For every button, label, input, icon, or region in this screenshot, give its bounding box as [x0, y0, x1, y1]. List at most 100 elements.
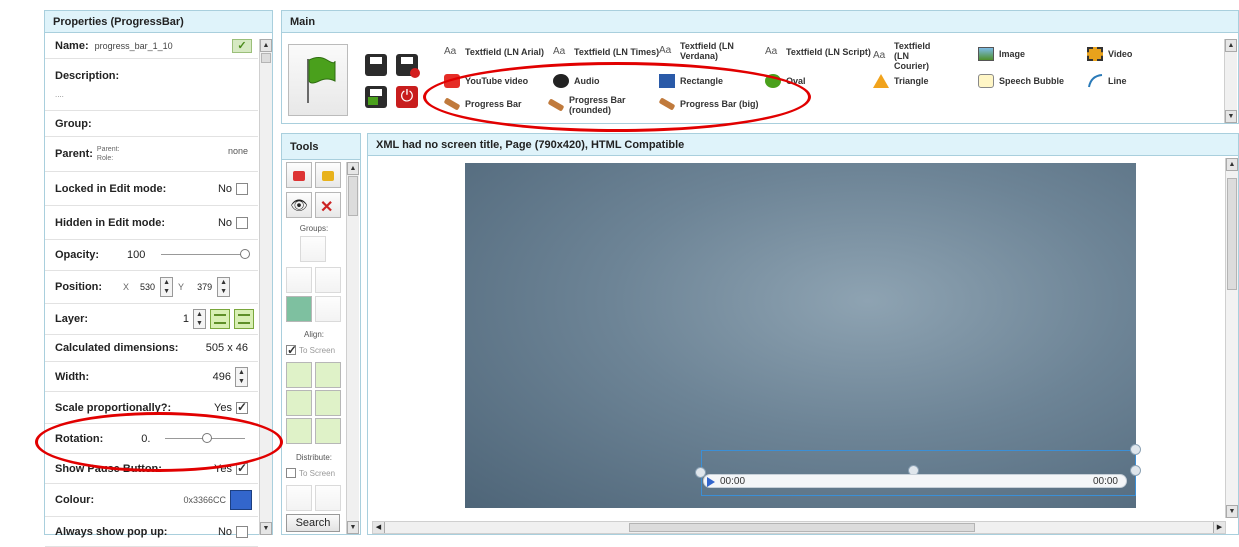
component-line[interactable]: Line	[1087, 74, 1127, 88]
resize-handle[interactable]	[1130, 444, 1141, 455]
component-textfield-script[interactable]: Aa Textfield (LN Script)	[765, 47, 871, 58]
distribute-vertical-icon[interactable]	[315, 485, 341, 511]
ungroup-icon[interactable]	[286, 296, 312, 322]
edit-group-icon[interactable]	[315, 296, 341, 322]
remove-from-group-icon[interactable]	[315, 267, 341, 293]
component-textfield-times[interactable]: Aa Textfield (LN Times)	[553, 47, 659, 58]
scroll-left-arrow[interactable]: ◀	[373, 522, 385, 533]
main-scrollbar[interactable]: ▲ ▼	[1224, 39, 1237, 123]
component-rectangle[interactable]: Rectangle	[659, 74, 723, 88]
component-audio[interactable]: Audio	[553, 74, 600, 88]
popup-checkbox[interactable]	[236, 525, 248, 538]
play-icon[interactable]	[707, 477, 715, 487]
scroll-up-arrow[interactable]: ▲	[1225, 39, 1237, 52]
show-eye-icon[interactable]: 👁	[286, 192, 312, 218]
distribute-to-screen-checkbox[interactable]	[286, 468, 296, 478]
rotation-value[interactable]: 0.	[141, 433, 150, 445]
align-to-screen-checkbox[interactable]	[286, 343, 297, 357]
component-oval[interactable]: Oval	[765, 74, 806, 88]
scroll-thumb[interactable]	[1227, 178, 1237, 290]
parent-label: Parent:	[55, 148, 93, 160]
properties-scrollbar[interactable]: ▲ ▼	[259, 39, 272, 535]
component-video[interactable]: Video	[1087, 47, 1132, 61]
resize-handle[interactable]	[1130, 465, 1141, 476]
position-row: Position: X 530 ▲ ▼ Y 379 ▲ ▼	[45, 271, 258, 304]
align-right-icon[interactable]	[286, 418, 312, 444]
distribute-horizontal-icon[interactable]	[286, 485, 312, 511]
scroll-up-arrow[interactable]: ▲	[1226, 158, 1238, 171]
show-pause-button-checkbox[interactable]	[236, 461, 248, 475]
parent-sub-label: Parent:	[96, 146, 120, 153]
scroll-down-arrow[interactable]: ▼	[260, 522, 272, 535]
lock-icon[interactable]	[286, 162, 312, 188]
bring-forward-icon[interactable]	[210, 309, 230, 329]
save-and-close-icon[interactable]	[396, 54, 420, 78]
layer-value[interactable]: 1	[183, 313, 189, 325]
align-left-icon[interactable]	[286, 362, 312, 388]
align-top-icon[interactable]	[315, 362, 341, 388]
scale-row: Scale proportionally?: Yes	[45, 392, 258, 424]
save-as-icon[interactable]	[365, 86, 387, 108]
save-icon[interactable]	[365, 54, 387, 76]
page-stage[interactable]: 00:00 00:00	[465, 163, 1141, 508]
align-bottom-icon[interactable]	[315, 418, 341, 444]
layer-stepper[interactable]: ▲ ▼	[193, 309, 206, 329]
name-row: Name: progress_bar_1_10 ✓	[45, 33, 258, 59]
align-center-h-icon[interactable]	[286, 390, 312, 416]
scroll-thumb[interactable]	[629, 523, 975, 532]
scale-checkbox[interactable]	[236, 400, 248, 414]
component-image[interactable]: Image	[978, 47, 1025, 61]
component-textfield-verdana[interactable]: Aa Textfield (LN Verdana)	[659, 41, 749, 61]
component-textfield-arial[interactable]: Aa Textfield (LN Arial)	[444, 47, 544, 58]
scroll-down-arrow[interactable]: ▼	[1225, 110, 1237, 123]
scroll-right-arrow[interactable]: ▶	[1213, 522, 1225, 533]
position-y-value[interactable]: 379	[197, 282, 212, 292]
position-label: Position:	[55, 281, 103, 293]
colour-swatch[interactable]	[230, 490, 252, 510]
scroll-thumb[interactable]	[261, 53, 271, 63]
component-progress-bar[interactable]: Progress Bar	[443, 97, 522, 111]
component-progress-bar-rounded[interactable]: Progress Bar (rounded)	[547, 95, 644, 115]
power-exit-icon[interactable]: ⏻	[396, 86, 418, 108]
publish-flag-button[interactable]	[288, 44, 348, 116]
scroll-thumb[interactable]	[348, 176, 358, 216]
add-to-group-icon[interactable]	[286, 267, 312, 293]
position-x-stepper[interactable]: ▲ ▼	[160, 277, 174, 297]
opacity-slider[interactable]	[161, 254, 245, 255]
position-y-stepper[interactable]: ▲ ▼	[217, 277, 231, 297]
group-icon[interactable]	[300, 236, 326, 262]
send-backward-icon[interactable]	[234, 309, 254, 329]
component-speech-bubble[interactable]: Speech Bubble	[978, 74, 1064, 88]
name-value[interactable]: progress_bar_1_10	[95, 41, 173, 51]
description-value[interactable]: ....	[55, 90, 64, 99]
unlock-icon[interactable]	[315, 162, 341, 188]
width-stepper[interactable]: ▲ ▼	[235, 366, 248, 387]
scroll-down-arrow[interactable]: ▼	[347, 521, 359, 534]
rotation-slider-handle[interactable]	[202, 433, 212, 443]
scroll-up-arrow[interactable]: ▲	[260, 39, 272, 52]
hide-eye-icon[interactable]: ✕	[315, 192, 341, 218]
opacity-label: Opacity:	[55, 249, 100, 261]
hidden-checkbox[interactable]	[236, 216, 248, 229]
canvas-vertical-scrollbar[interactable]: ▲ ▼	[1225, 158, 1238, 518]
progress-bar[interactable]: 00:00 00:00	[703, 474, 1127, 488]
component-triangle[interactable]: Triangle	[873, 74, 929, 88]
scroll-up-arrow[interactable]: ▲	[347, 162, 359, 175]
component-youtube[interactable]: YouTube video	[444, 74, 528, 88]
scale-label: Scale proportionally?:	[55, 401, 172, 414]
scroll-down-arrow[interactable]: ▼	[1226, 505, 1238, 518]
triangle-icon	[873, 74, 889, 88]
width-value[interactable]: 496	[213, 371, 231, 383]
locked-checkbox[interactable]	[236, 182, 248, 195]
align-center-v-icon[interactable]	[315, 390, 341, 416]
position-x-value[interactable]: 530	[140, 282, 155, 292]
canvas-horizontal-scrollbar[interactable]: ◀ ▶	[372, 521, 1226, 534]
search-button[interactable]: Search	[286, 514, 340, 532]
progress-bar-selection[interactable]	[701, 450, 1136, 496]
opacity-slider-handle[interactable]	[240, 249, 250, 259]
confirm-name-button[interactable]: ✓	[232, 38, 252, 53]
component-progress-bar-big[interactable]: Progress Bar (big)	[658, 97, 759, 111]
component-textfield-courier[interactable]: Aa Textfield (LN Courier)	[873, 41, 953, 71]
tools-scrollbar[interactable]: ▲ ▼	[346, 162, 359, 534]
colour-value: 0x3366CC	[183, 495, 226, 505]
